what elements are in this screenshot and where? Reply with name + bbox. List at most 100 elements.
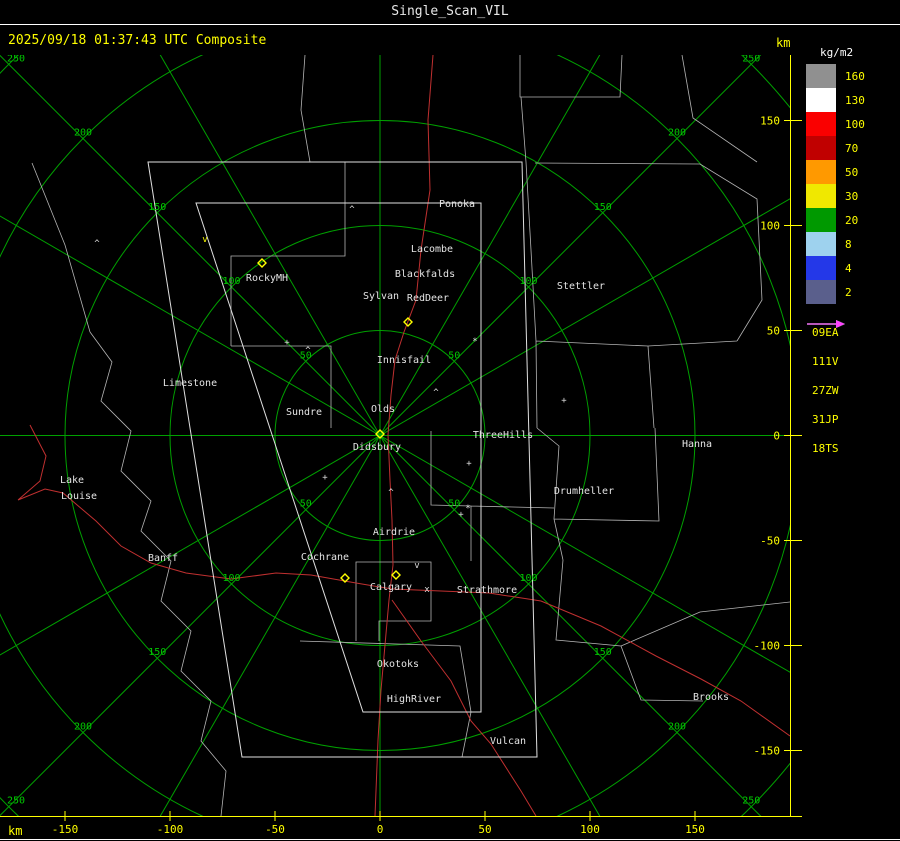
y-axis-tick-label: 100 xyxy=(760,220,780,233)
city-label: RedDeer xyxy=(407,293,449,304)
range-ring-label: 250 xyxy=(742,796,760,807)
station-id: 18TS xyxy=(812,442,839,455)
colorbar-entry: 2 xyxy=(806,280,865,304)
range-ring-label: 200 xyxy=(668,128,686,139)
colorbar-swatch xyxy=(806,136,836,160)
town-marker: v xyxy=(202,235,207,245)
city-label: Sylvan xyxy=(363,291,399,302)
colorbar-value: 70 xyxy=(845,141,859,155)
city-label: Calgary xyxy=(370,582,412,593)
town-marker: x xyxy=(424,585,430,595)
window-bottom-border xyxy=(0,839,900,840)
range-ring-label: 50 xyxy=(448,350,460,361)
colorbar-swatch xyxy=(806,208,836,232)
city-label: Innisfail xyxy=(377,355,431,366)
range-ring-label: 150 xyxy=(148,202,166,213)
y-axis-unit-label: km xyxy=(776,36,790,50)
colorbar-value: 4 xyxy=(845,261,852,275)
colorbar-swatch xyxy=(806,280,836,304)
x-axis-tick-label: -100 xyxy=(157,823,184,836)
station-arrow-icon xyxy=(807,320,845,328)
range-ring-label: 250 xyxy=(7,796,25,807)
city-label: ThreeHills xyxy=(473,430,533,441)
y-axis-tick-label: 0 xyxy=(773,430,780,443)
city-label: Stettler xyxy=(557,281,605,292)
colorbar: 160 130 100 70 50 30 20 8 4 2 xyxy=(806,64,865,304)
city-label: Olds xyxy=(371,404,395,415)
station-id: 27ZW xyxy=(812,384,839,397)
city-label: Lacombe xyxy=(411,244,453,255)
colorbar-swatch xyxy=(806,232,836,256)
town-marker: ^ xyxy=(433,388,439,398)
range-ring-label: 200 xyxy=(668,721,686,732)
colorbar-value: 130 xyxy=(845,93,865,107)
city-label: Drumheller xyxy=(554,486,614,497)
x-axis-tick-label: -150 xyxy=(52,823,79,836)
x-axis-tick-label: 0 xyxy=(377,823,384,836)
colorbar-entry: 20 xyxy=(806,208,865,232)
station-legend-entry: 111V xyxy=(806,320,845,376)
station-legend-entry: 27ZW xyxy=(806,320,845,405)
colorbar-entry: 8 xyxy=(806,232,865,256)
range-ring-label: 100 xyxy=(222,276,240,287)
town-marker: ^ xyxy=(349,205,355,215)
range-ring-label: 150 xyxy=(594,647,612,658)
colorbar-value: 30 xyxy=(845,189,859,203)
town-marker: + xyxy=(561,396,567,406)
x-axis-tick-label: 150 xyxy=(685,823,705,836)
range-ring-label: 150 xyxy=(148,647,166,658)
x-axis-unit-label: km xyxy=(8,824,22,838)
range-ring-label: 100 xyxy=(519,276,537,287)
city-label: Blackfalds xyxy=(395,269,455,280)
colorbar-entry: 100 xyxy=(806,112,865,136)
city-label: Sundre xyxy=(286,407,322,418)
range-ring-label: 100 xyxy=(222,573,240,584)
town-marker: + xyxy=(466,459,472,469)
colorbar-entry: 130 xyxy=(806,88,865,112)
colorbar-swatch xyxy=(806,64,836,88)
city-label: RockyMH xyxy=(246,273,288,284)
colorbar-entry: 4 xyxy=(806,256,865,280)
y-axis-tick-label: -50 xyxy=(760,535,780,548)
city-label: HighRiver xyxy=(387,694,441,705)
city-label: Strathmore xyxy=(457,585,517,596)
colorbar-entry: 70 xyxy=(806,136,865,160)
colorbar-value: 20 xyxy=(845,213,859,227)
radar-scene: km 50 50 50 50 100 100 100 100 150 150 150 150 200 20… xyxy=(0,36,802,838)
y-axis-tick-label: -100 xyxy=(754,640,781,653)
x-axis-tick-label: -50 xyxy=(265,823,285,836)
colorbar-swatch xyxy=(806,184,836,208)
town-marker: ^ xyxy=(305,346,311,356)
town-marker: ^ xyxy=(94,239,100,249)
town-marker: ^ xyxy=(388,488,394,498)
range-ring-label: 100 xyxy=(519,573,537,584)
city-label: Airdrie xyxy=(373,527,415,538)
colorbar-value: 50 xyxy=(845,165,859,179)
city-label: Okotoks xyxy=(377,659,419,670)
town-marker: + xyxy=(322,473,328,483)
city-label: Didsbury xyxy=(353,442,401,453)
colorbar-entry: 160 xyxy=(806,64,865,88)
city-label: Limestone xyxy=(163,378,217,389)
range-ring-label: 250 xyxy=(742,53,760,64)
town-marker: v xyxy=(414,561,419,571)
colorbar-value: 160 xyxy=(845,69,865,83)
city-label: Lake xyxy=(60,475,84,486)
city-label: Cochrane xyxy=(301,552,349,563)
colorbar-swatch xyxy=(806,112,836,136)
station-id: 111V xyxy=(812,355,839,368)
city-label: Brooks xyxy=(693,692,729,703)
station-legend-entry: 31JP xyxy=(806,320,845,434)
city-label: Ponoka xyxy=(439,199,475,210)
colorbar-swatch xyxy=(806,88,836,112)
colorbar-value: 8 xyxy=(845,237,852,251)
colorbar-entry: 50 xyxy=(806,160,865,184)
range-ring-label: 150 xyxy=(594,202,612,213)
colorbar-unit: kg/m2 xyxy=(820,46,854,59)
colorbar-swatch xyxy=(806,160,836,184)
station-id: 31JP xyxy=(812,413,839,426)
y-axis-tick-label: -150 xyxy=(754,745,781,758)
range-ring-label: 50 xyxy=(300,499,312,510)
y-axis-tick-label: 50 xyxy=(767,325,780,338)
range-ring-label: 200 xyxy=(74,128,92,139)
